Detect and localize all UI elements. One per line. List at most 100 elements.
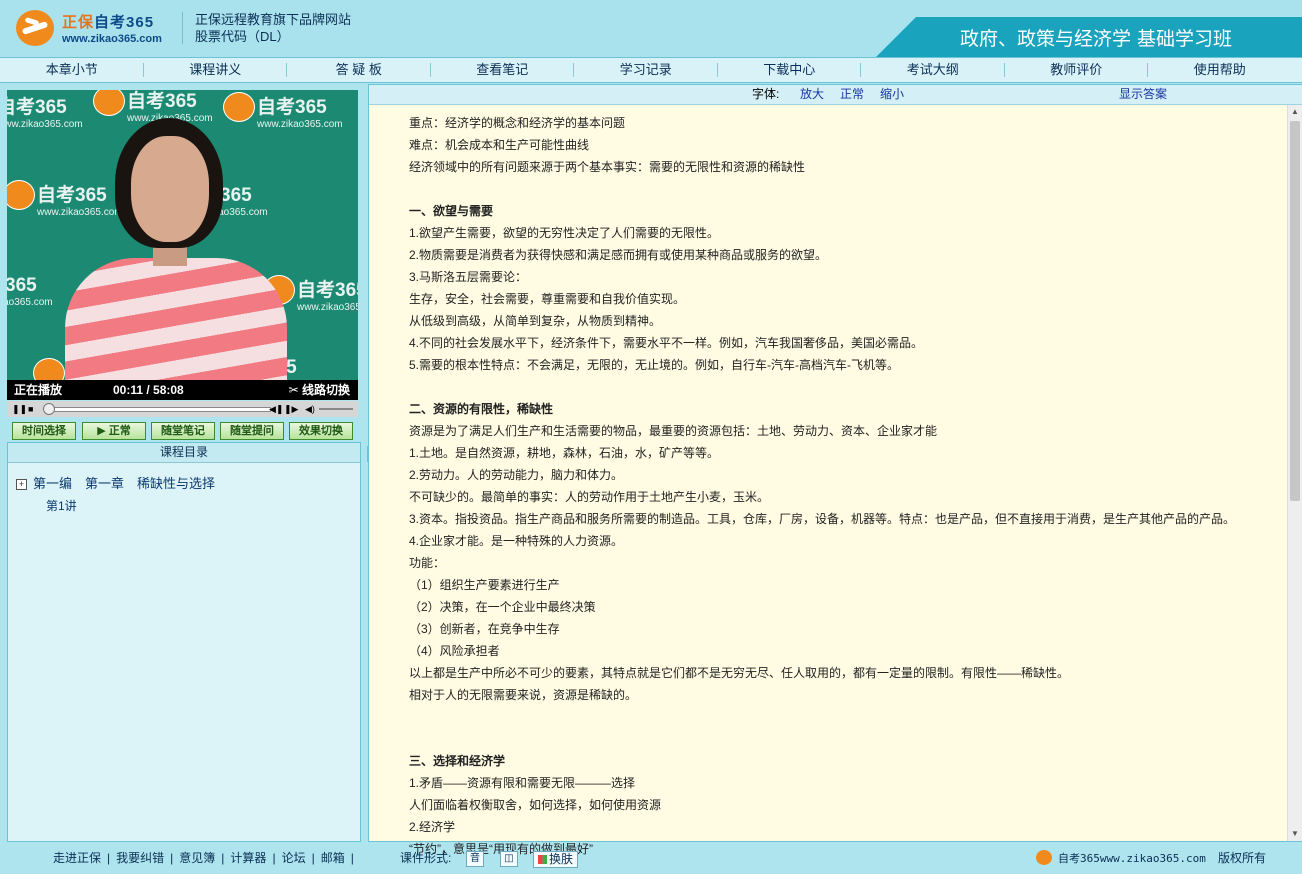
nav-item-1[interactable]: 本章小节 [0,58,144,82]
scroll-down-icon[interactable]: ▼ [1288,827,1302,841]
expand-icon[interactable]: + [16,479,27,490]
header: 正保自考365 www.zikao365.com 正保远程教育旗下品牌网站 股票… [0,0,1302,58]
text-line: 资源是为了满足人们生产和生活需要的物品，最重要的资源包括：土地、劳动力、资本、企… [409,424,938,438]
video-watermark: 自考365www.zikao365.com [7,270,53,308]
text-line: 从低级到高级，从简单到复杂，从物质到精神。 [409,314,662,328]
player-button-2[interactable]: ▶ 正常 [82,422,146,440]
player-button-5[interactable]: 效果切换 [289,422,353,440]
watermark-url: www.zikao365.com [297,302,358,313]
watermark-text: 自考365 [257,97,327,118]
scroll-thumb[interactable] [1290,121,1300,501]
skin-label: 换肤 [549,852,574,866]
player-button-4[interactable]: 随堂提问 [220,422,284,440]
volume-slider[interactable] [319,408,353,410]
footer-separator: | [221,851,225,865]
line-switch-label: 线路切换 [301,383,350,397]
video-player[interactable]: 自考365www.zikao365.com自考365www.zikao365.c… [7,90,358,380]
audio-format-icon[interactable]: 音 [466,851,484,867]
video-watermark: 自考365www.zikao365.com [297,275,358,313]
volume-icon[interactable]: ◀) [305,404,315,414]
footer-separator: | [272,851,276,865]
watermark-text: 自考365 [7,97,67,118]
watermark-text: 自考365 [297,280,358,301]
text-line: 1.土地。是自然资源，耕地，森林，石油，水，矿产等等。 [409,446,720,460]
presenter-face [131,136,209,242]
header-divider [182,12,183,44]
text-line: 生存，安全，社会需要，尊重需要和自我价值实现。 [409,292,686,306]
lecture-text: 重点：经济学的概念和经济学的基本问题 难点：机会成本和生产可能性曲线 经济领域中的所… [409,112,1289,860]
watermark-url: www.zikao365.com [37,207,123,218]
seek-bar[interactable] [47,407,271,412]
rewind-icon[interactable]: ◀❚ [269,404,283,414]
font-size-label: 字体: [752,87,780,101]
line-switch-button[interactable]: ✂ 线路切换 [289,380,350,400]
show-answer-link[interactable]: 显示答案 [1119,85,1167,104]
font-shrink-link[interactable]: 缩小 [880,85,904,104]
palette-icon [538,855,547,864]
stop-icon[interactable]: ■ [28,404,33,414]
video-status-bar: 正在播放 00:11 / 58:08 ✂ 线路切换 [7,380,358,400]
text-line: 经济领域中的所有问题来源于两个基本事实：需要的无限性和资源的稀缺性 [409,160,806,174]
logo-icon [16,10,54,46]
text-line: 2.劳动力。人的劳动能力，脑力和体力。 [409,468,624,482]
playback-time: 00:11 / 58:08 [113,383,184,397]
footer-separator: | [311,851,315,865]
text-line: 不可缺少的。最简单的事实：人的劳动作用于土地产生小麦，玉米。 [409,490,770,504]
site-logo[interactable]: 正保自考365 www.zikao365.com [16,9,186,49]
main-nav: 本章小节 课程讲义答 疑 板查看笔记 学习记录 下载中心 考试大纲 教师评价 使用帮助 [0,58,1302,83]
text-line: 人们面临着权衡取舍，如何选择，如何使用资源 [409,798,662,812]
footer-link-4[interactable]: 计算器 [230,851,266,865]
layout-format-icon[interactable]: ◫ [500,851,518,867]
text-line [409,376,1289,398]
text-line: 以上都是生产中所必不可少的要素，其特点就是它们都不是无穷无尽、任人取用的，都有一… [409,666,1070,680]
tagline-line-1: 正保远程教育旗下品牌网站 [195,12,352,27]
pause-icon[interactable]: ❚❚ [12,404,27,414]
catalog-chapter[interactable]: + 第一编 第一章 稀缺性与选择 [16,473,215,492]
nav-item-4[interactable]: 查看笔记 [431,58,575,82]
text-line: 4.企业家才能。是一种特殊的人力资源。 [409,534,624,548]
watermark-logo-icon [223,92,255,122]
text-line [409,178,1289,200]
footer-separator: | [350,851,354,865]
nav-item-9[interactable]: 使用帮助 [1148,58,1292,82]
watermark-url: www.zikao365.com [257,119,343,130]
nav-item-5[interactable]: 学习记录 [574,58,718,82]
watermark-url: www.zikao365.com [7,297,53,308]
nav-item-7[interactable]: 考试大纲 [861,58,1005,82]
scroll-up-icon[interactable]: ▲ [1288,105,1302,119]
nav-item-8[interactable]: 教师评价 [1005,58,1149,82]
footer-link-6[interactable]: 邮箱 [321,851,345,865]
forward-icon[interactable]: ❚▶ [284,404,298,414]
text-line: 5.需要的根本性特点：不会满足，无限的，无止境的。例如，自行车-汽车-高档汽车-… [409,358,899,372]
footer-link-5[interactable]: 论坛 [282,851,306,865]
watermark-url: www.zikao365.com [7,119,83,130]
tagline: 正保远程教育旗下品牌网站 股票代码（DL） [195,11,351,45]
footer-link-1[interactable]: 走进正保 [53,851,101,865]
seek-handle[interactable] [42,403,55,415]
footer-link-2[interactable]: 我要纠错 [116,851,164,865]
text-line: 2.经济学 [409,820,456,834]
text-line [409,706,1289,728]
watermark-logo-icon [33,358,65,380]
nav-item-6[interactable]: 下载中心 [718,58,862,82]
skin-button[interactable]: 换肤 [533,851,579,868]
footer-brand-text: 自考365www.zikao365.com [1058,852,1206,865]
footer-brand[interactable]: 自考365www.zikao365.com [1036,845,1206,872]
player-button-3[interactable]: 随堂笔记 [151,422,215,440]
catalog-lecture[interactable]: 第1讲 [46,497,77,514]
content-scrollbar[interactable]: ▲ ▼ [1287,105,1302,841]
player-button-1[interactable]: 时间选择 [12,422,76,440]
nav-item-3[interactable]: 答 疑 板 [287,58,431,82]
section-heading: 二、资源的有限性，稀缺性 [409,402,554,416]
text-line: 1.欲望产生需要，欲望的无穷性决定了人们需要的无限性。 [409,226,720,240]
text-line: 1.矛盾——资源有限和需要无限———选择 [409,776,636,790]
watermark-text: 自考365 [37,185,107,206]
section-heading: 一、欲望与需要 [409,204,494,218]
font-enlarge-link[interactable]: 放大 [800,85,824,104]
format-label: 课件形式: [400,851,452,865]
video-watermark: 自考365www.zikao365.com [257,92,343,130]
font-normal-link[interactable]: 正常 [840,85,864,104]
footer-link-3[interactable]: 意见簿 [179,851,215,865]
footer-separator: | [170,851,174,865]
nav-item-2[interactable]: 课程讲义 [144,58,288,82]
